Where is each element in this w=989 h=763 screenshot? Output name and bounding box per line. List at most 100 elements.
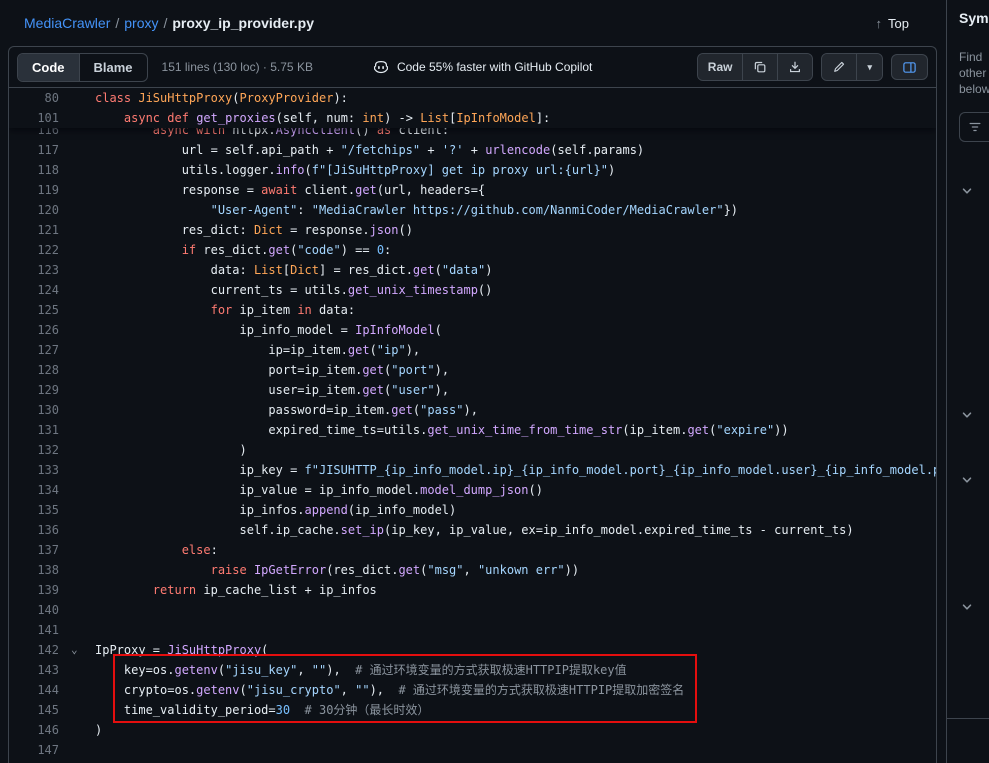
code-line: 142⌄IpProxy = JiSuHttpProxy(: [9, 640, 936, 660]
chevron-slot: [59, 240, 95, 260]
line-number[interactable]: 131: [9, 420, 59, 440]
raw-button[interactable]: Raw: [698, 54, 743, 80]
chevron-slot: [59, 360, 95, 380]
chevron-slot: [59, 340, 95, 360]
code-text: ip_info_model = IpInfoModel(: [95, 320, 442, 340]
code-text: ip_value = ip_info_model.model_dump_json…: [95, 480, 543, 500]
download-button[interactable]: [777, 54, 812, 80]
chevron-slot: [59, 660, 95, 680]
code-line: 134 ip_value = ip_info_model.model_dump_…: [9, 480, 936, 500]
line-number[interactable]: 80: [9, 88, 59, 108]
breadcrumb-dir-link[interactable]: proxy: [124, 15, 158, 31]
chevron-slot: [59, 140, 95, 160]
line-number[interactable]: 139: [9, 580, 59, 600]
code-text: ): [95, 440, 247, 460]
code-text: crypto=os.getenv("jisu_crypto", ""), # 通…: [95, 680, 684, 700]
line-number[interactable]: 141: [9, 620, 59, 640]
chevron-slot: [59, 480, 95, 500]
download-icon: [788, 60, 802, 74]
chevron-slot: [59, 380, 95, 400]
chevron-slot: [59, 460, 95, 480]
chevron-slot: [59, 440, 95, 460]
raw-actions-group: Raw: [697, 53, 814, 81]
line-number[interactable]: 134: [9, 480, 59, 500]
symbols-panel-toggle[interactable]: [891, 54, 928, 80]
code-text: user=ip_item.get("user"),: [95, 380, 449, 400]
line-number[interactable]: 117: [9, 140, 59, 160]
chevron-slot: [59, 200, 95, 220]
code-text: ip=ip_item.get("ip"),: [95, 340, 420, 360]
back-to-top-button[interactable]: ↑ Top: [870, 15, 915, 32]
code-line: 121 res_dict: Dict = response.json(): [9, 220, 936, 240]
line-number[interactable]: 144: [9, 680, 59, 700]
line-number[interactable]: 124: [9, 280, 59, 300]
filter-icon: [968, 120, 982, 134]
chevron-down-icon[interactable]: [961, 185, 973, 197]
line-number[interactable]: 140: [9, 600, 59, 620]
line-number[interactable]: 132: [9, 440, 59, 460]
code-text: time_validity_period=30 # 30分钟（最长时效）: [95, 700, 429, 720]
chevron-down-icon[interactable]: [961, 474, 973, 486]
line-number[interactable]: 119: [9, 180, 59, 200]
line-number[interactable]: 145: [9, 700, 59, 720]
line-number[interactable]: 136: [9, 520, 59, 540]
copilot-banner[interactable]: Code 55% faster with GitHub Copilot: [373, 59, 592, 75]
line-number[interactable]: 143: [9, 660, 59, 680]
code-line: 135 ip_infos.append(ip_info_model): [9, 500, 936, 520]
line-number[interactable]: 126: [9, 320, 59, 340]
line-number[interactable]: 122: [9, 240, 59, 260]
line-number[interactable]: 128: [9, 360, 59, 380]
line-number[interactable]: 120: [9, 200, 59, 220]
line-number[interactable]: 123: [9, 260, 59, 280]
breadcrumb-separator: /: [115, 15, 119, 31]
code-text: self.ip_cache.set_ip(ip_key, ip_value, e…: [95, 520, 854, 540]
line-number[interactable]: 133: [9, 460, 59, 480]
chevron-slot: [59, 620, 95, 640]
copilot-banner-label: Code 55% faster with GitHub Copilot: [397, 60, 592, 74]
tab-code[interactable]: Code: [18, 54, 80, 81]
line-number[interactable]: 129: [9, 380, 59, 400]
file-meta-info: 151 lines (130 loc) · 5.75 KB: [162, 60, 313, 74]
code-text: else:: [95, 540, 218, 560]
code-text: password=ip_item.get("pass"),: [95, 400, 478, 420]
code-line: 130 password=ip_item.get("pass"),: [9, 400, 936, 420]
pencil-icon: [832, 60, 846, 74]
line-number[interactable]: 142: [9, 640, 59, 660]
line-number[interactable]: 135: [9, 500, 59, 520]
edit-dropdown-button[interactable]: ▾: [856, 54, 882, 80]
symbols-panel: Symbols Find other below: [946, 0, 989, 763]
line-number[interactable]: 101: [9, 108, 59, 128]
symbols-panel-icon: [902, 60, 917, 75]
code-line: 101 async def get_proxies(self, num: int…: [9, 108, 936, 128]
line-number[interactable]: 137: [9, 540, 59, 560]
code-text: "User-Agent": "MediaCrawler https://gith…: [95, 200, 738, 220]
code-line: 128 port=ip_item.get("port"),: [9, 360, 936, 380]
line-number[interactable]: 146: [9, 720, 59, 740]
copy-button[interactable]: [742, 54, 777, 80]
chevron-slot: [59, 740, 95, 760]
chevron-down-icon[interactable]: [961, 409, 973, 421]
tab-blame[interactable]: Blame: [80, 54, 147, 81]
chevron-slot: [59, 520, 95, 540]
breadcrumb-filename: proxy_ip_provider.py: [172, 15, 314, 31]
collapse-chevron-icon[interactable]: ⌄: [59, 640, 95, 660]
code-line: 131 expired_time_ts=utils.get_unix_time_…: [9, 420, 936, 440]
symbols-filter-input[interactable]: [959, 112, 989, 142]
chevron-down-icon[interactable]: [961, 601, 973, 613]
code-viewer: 116 async with httpx.AsyncClient() as cl…: [9, 88, 936, 763]
line-number[interactable]: 138: [9, 560, 59, 580]
code-line: 122 if res_dict.get("code") == 0:: [9, 240, 936, 260]
line-number[interactable]: 130: [9, 400, 59, 420]
line-number[interactable]: 147: [9, 740, 59, 760]
chevron-slot: [59, 108, 95, 128]
copilot-icon: [373, 59, 389, 75]
line-number[interactable]: 118: [9, 160, 59, 180]
line-number[interactable]: 121: [9, 220, 59, 240]
line-number[interactable]: 125: [9, 300, 59, 320]
code-line: 125 for ip_item in data:: [9, 300, 936, 320]
breadcrumb-repo-link[interactable]: MediaCrawler: [24, 15, 110, 31]
chevron-slot: [59, 580, 95, 600]
edit-button[interactable]: [822, 54, 856, 80]
line-number[interactable]: 127: [9, 340, 59, 360]
chevron-slot: [59, 400, 95, 420]
